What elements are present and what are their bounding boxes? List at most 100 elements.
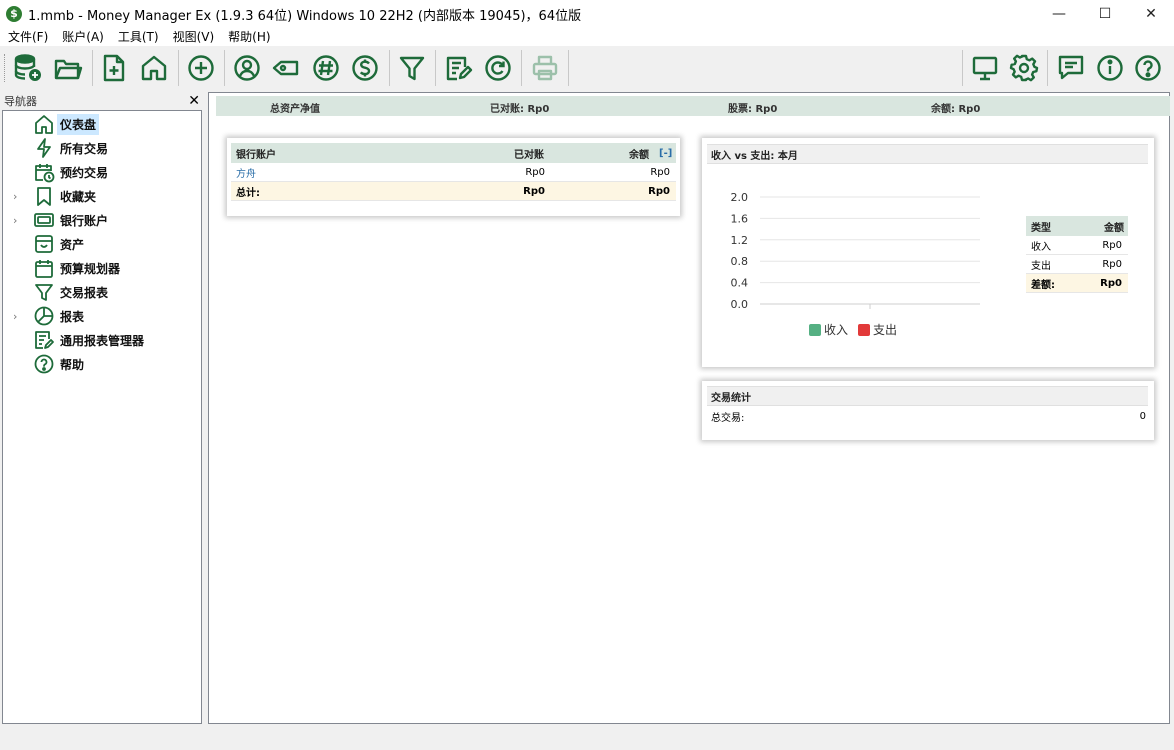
- column-reconciled: 已对账: [514, 149, 544, 161]
- menu-file[interactable]: 文件(F): [0, 28, 55, 46]
- nav-item-transaction-report[interactable]: 交易报表: [3, 280, 201, 304]
- calendar-icon: [33, 257, 55, 279]
- legend-expense[interactable]: 支出: [858, 321, 897, 338]
- nav-item-label: 所有交易: [60, 141, 109, 156]
- categories-button[interactable]: [270, 52, 302, 84]
- pie-chart-icon: [33, 305, 55, 327]
- legend-label: 支出: [873, 323, 898, 337]
- report-manager-button[interactable]: [442, 52, 474, 84]
- help-icon: [33, 353, 55, 375]
- about-button[interactable]: [1094, 52, 1126, 84]
- type-income: 收入: [1031, 241, 1051, 253]
- minimize-button[interactable]: —: [1036, 0, 1082, 28]
- menu-bar: 文件(F) 账户(A) 工具(T) 视图(V) 帮助(H): [0, 28, 1174, 46]
- new-file-icon: [103, 54, 125, 82]
- nav-item-dashboard[interactable]: 仪表盘: [3, 112, 201, 136]
- currency-button[interactable]: [349, 52, 381, 84]
- transaction-report-button[interactable]: [396, 52, 428, 84]
- nav-item-reports[interactable]: › 报表: [3, 304, 201, 328]
- nav-item-label: 报表: [60, 309, 85, 324]
- nav-item-favorites[interactable]: › 收藏夹: [3, 184, 201, 208]
- total-balance: Rp0: [648, 185, 670, 197]
- fullscreen-button[interactable]: [969, 52, 1001, 84]
- menu-accounts[interactable]: 账户(A): [55, 28, 111, 46]
- nav-item-label: 资产: [60, 237, 85, 252]
- payees-button[interactable]: [231, 52, 263, 84]
- total-transactions-label: 总交易:: [711, 413, 745, 424]
- nav-item-budget-planner[interactable]: 预算规划器: [3, 256, 201, 280]
- column-balance: 余额: [629, 149, 649, 161]
- dashboard-button[interactable]: [138, 52, 170, 84]
- navigator-close-button[interactable]: ✕: [188, 94, 200, 108]
- menu-tools[interactable]: 工具(T): [111, 28, 166, 46]
- nav-item-scheduled-transactions[interactable]: 预约交易: [3, 160, 201, 184]
- expand-icon[interactable]: ›: [13, 190, 23, 203]
- column-account: 银行账户: [236, 149, 276, 161]
- filter-icon: [33, 281, 55, 303]
- menu-help[interactable]: 帮助(H): [221, 28, 277, 46]
- currency-icon: [352, 55, 378, 81]
- feedback-button[interactable]: [1055, 52, 1087, 84]
- new-account-button[interactable]: [185, 52, 217, 84]
- nav-item-bank-accounts[interactable]: › 银行账户: [3, 208, 201, 232]
- total-row: 总计: Rp0 Rp0: [231, 182, 676, 201]
- toolbar-grip[interactable]: [4, 54, 7, 82]
- nav-item-label: 通用报表管理器: [60, 333, 145, 348]
- total-label: 总计:: [236, 187, 260, 199]
- legend-income[interactable]: 收入: [809, 321, 848, 338]
- new-database-button[interactable]: [12, 52, 44, 84]
- menu-view[interactable]: 视图(V): [166, 28, 222, 46]
- title-bar: $ 1.mmb - Money Manager Ex (1.9.3 64位) W…: [0, 0, 1174, 28]
- account-reconciled: Rp0: [525, 166, 545, 178]
- reconciled-summary: 已对账: Rp0: [490, 104, 550, 115]
- income-expense-table: 类型 金额 收入 Rp0 支出 Rp0 差额: Rp0: [1026, 216, 1128, 293]
- toolbar-separator: [568, 50, 569, 86]
- table-row: 支出 Rp0: [1026, 255, 1128, 274]
- amount-income: Rp0: [1102, 239, 1122, 251]
- nav-item-report-manager[interactable]: 通用报表管理器: [3, 328, 201, 352]
- toolbar-separator: [435, 50, 436, 86]
- edit-report-icon: [33, 329, 55, 351]
- legend-label: 收入: [824, 323, 849, 337]
- column-type: 类型: [1031, 222, 1051, 234]
- toolbar-separator: [92, 50, 93, 86]
- refresh-button[interactable]: [482, 52, 514, 84]
- account-balance: Rp0: [650, 166, 670, 178]
- home-icon: [33, 113, 55, 135]
- toolbar-separator: [224, 50, 225, 86]
- navigator-title: 导航器: [4, 94, 37, 108]
- expand-icon[interactable]: ›: [13, 214, 23, 227]
- lightning-icon: [33, 137, 55, 159]
- nav-item-label: 仪表盘: [57, 113, 100, 135]
- close-button[interactable]: ✕: [1128, 0, 1174, 28]
- nav-item-assets[interactable]: 资产: [3, 232, 201, 256]
- collapse-toggle[interactable]: [-]: [659, 148, 672, 159]
- y-tick-label: 0.4: [731, 277, 749, 290]
- filter-icon: [399, 56, 425, 81]
- nav-item-help[interactable]: 帮助: [3, 352, 201, 376]
- account-link[interactable]: 方舟: [236, 165, 256, 180]
- new-transaction-button[interactable]: [98, 52, 130, 84]
- total-row: 差额: Rp0: [1026, 274, 1128, 293]
- help-button[interactable]: [1132, 52, 1164, 84]
- nav-item-label: 收藏夹: [60, 189, 97, 204]
- y-tick-label: 0.0: [731, 298, 749, 311]
- toolbar-separator: [521, 50, 522, 86]
- app-icon: $: [6, 6, 22, 22]
- nav-item-all-transactions[interactable]: 所有交易: [3, 136, 201, 160]
- tag-icon: [272, 60, 299, 76]
- toolbar-separator: [1047, 50, 1048, 86]
- window-title: 1.mmb - Money Manager Ex (1.9.3 64位) Win…: [28, 8, 582, 24]
- user-icon: [234, 55, 260, 81]
- column-amount: 金额: [1104, 222, 1124, 234]
- summary-bar: 总资产净值 已对账: Rp0 股票: Rp0 余额: Rp0: [216, 96, 1170, 116]
- maximize-button[interactable]: ☐: [1082, 0, 1128, 28]
- difference-amount: Rp0: [1100, 277, 1122, 289]
- new-database-icon: [14, 54, 41, 81]
- open-database-button[interactable]: [52, 52, 84, 84]
- settings-button[interactable]: [1008, 52, 1040, 84]
- tags-button[interactable]: [310, 52, 342, 84]
- edit-report-icon: [446, 56, 473, 81]
- expand-icon[interactable]: ›: [13, 310, 23, 323]
- refresh-icon: [485, 55, 511, 81]
